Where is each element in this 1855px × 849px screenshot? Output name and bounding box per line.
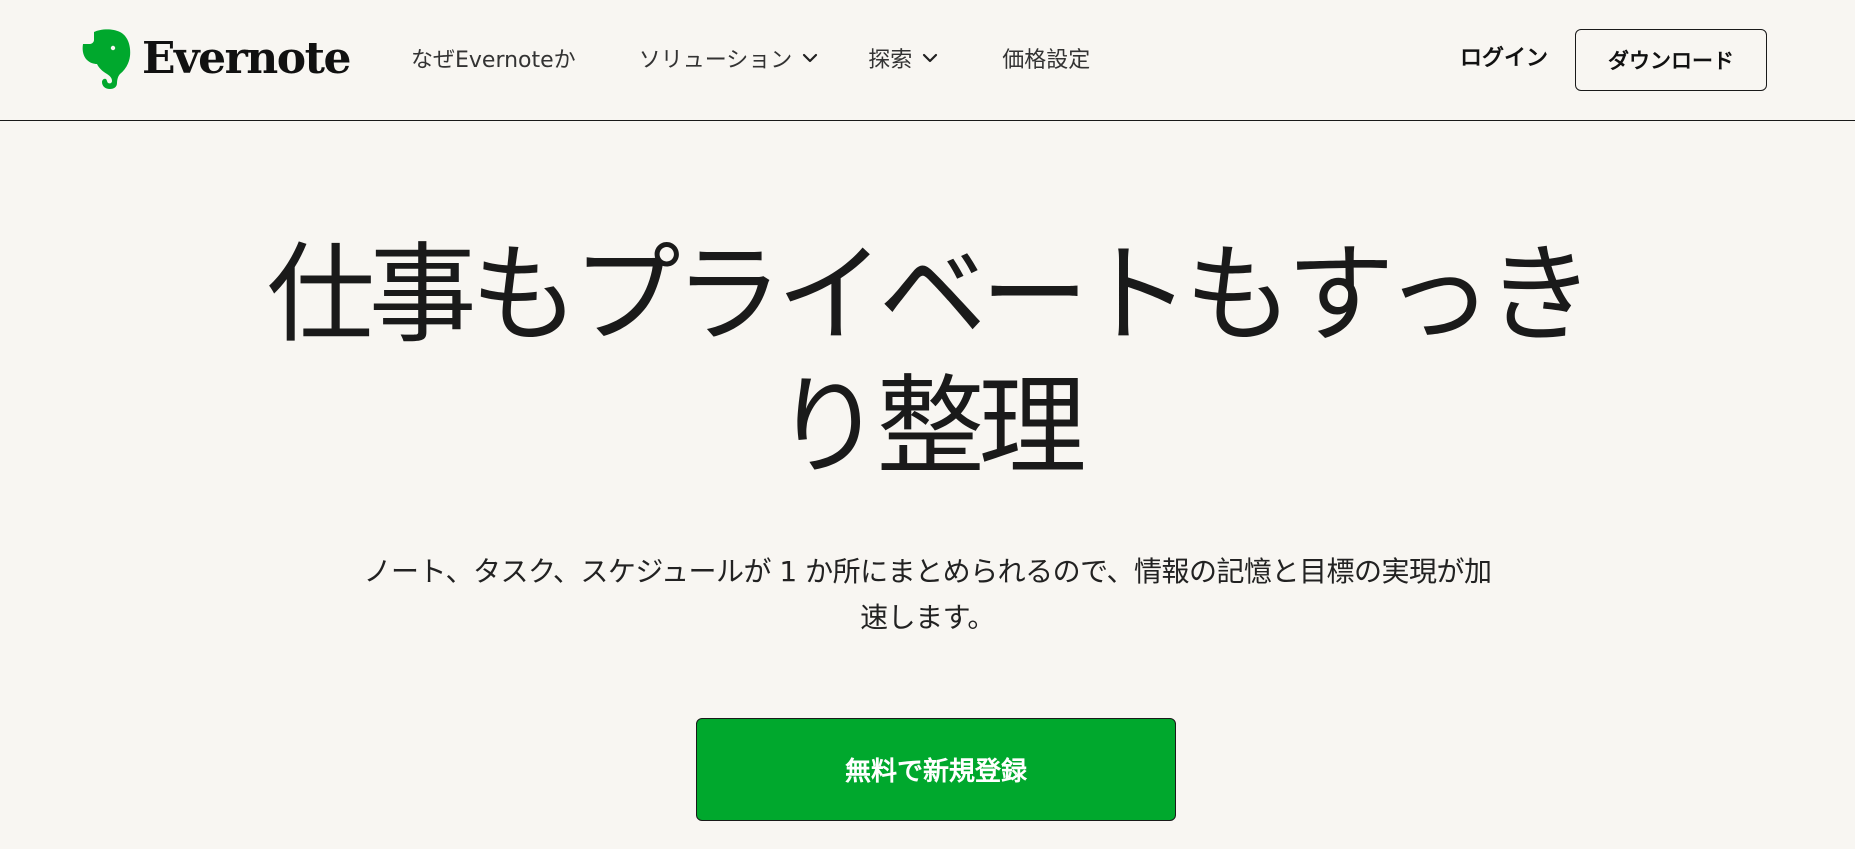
hero-title-line-2: り整理 xyxy=(774,365,1086,490)
nav-why-label: なぜEvernoteか xyxy=(411,48,576,73)
evernote-logo[interactable]: Evernote xyxy=(80,28,351,90)
hero-title-line-1: 仕事もプライベートもすっき xyxy=(266,233,1595,358)
main-nav: なぜEvernoteか ソリューション 探索 価格設定 xyxy=(411,38,1090,78)
hero-subtitle: ノート、タスク、スケジュールが 1 か所にまとめられるので、情報の記憶と目標の実… xyxy=(0,549,1855,641)
nav-explore-dropdown[interactable]: 探索 xyxy=(868,42,938,74)
login-link[interactable]: ログイン xyxy=(1460,40,1548,72)
nav-solutions-dropdown[interactable]: ソリューション xyxy=(639,42,819,74)
nav-pricing[interactable]: 価格設定 xyxy=(1002,42,1090,74)
chevron-down-icon xyxy=(922,53,938,63)
brand-name: Evernote xyxy=(142,33,351,84)
nav-solutions-label: ソリューション xyxy=(638,48,793,73)
hero-subtitle-line-1: ノート、タスク、スケジュールが 1 か所にまとめられるので、情報の記憶と目標の実… xyxy=(363,555,1492,588)
download-button[interactable]: ダウンロード xyxy=(1575,29,1767,91)
hero-subtitle-line-2: 速します。 xyxy=(860,601,995,634)
nav-pricing-label: 価格設定 xyxy=(1002,48,1091,73)
nav-why-evernote[interactable]: なぜEvernoteか xyxy=(411,42,576,74)
elephant-logo-icon xyxy=(80,28,132,90)
nav-explore-label: 探索 xyxy=(868,48,913,73)
chevron-down-icon xyxy=(802,53,818,63)
hero-title: 仕事もプライベートもすっき り整理 xyxy=(0,230,1855,494)
signup-free-button[interactable]: 無料で新規登録 xyxy=(696,718,1176,821)
site-header: Evernote なぜEvernoteか ソリューション 探索 価格設定 ログイ… xyxy=(0,0,1855,121)
